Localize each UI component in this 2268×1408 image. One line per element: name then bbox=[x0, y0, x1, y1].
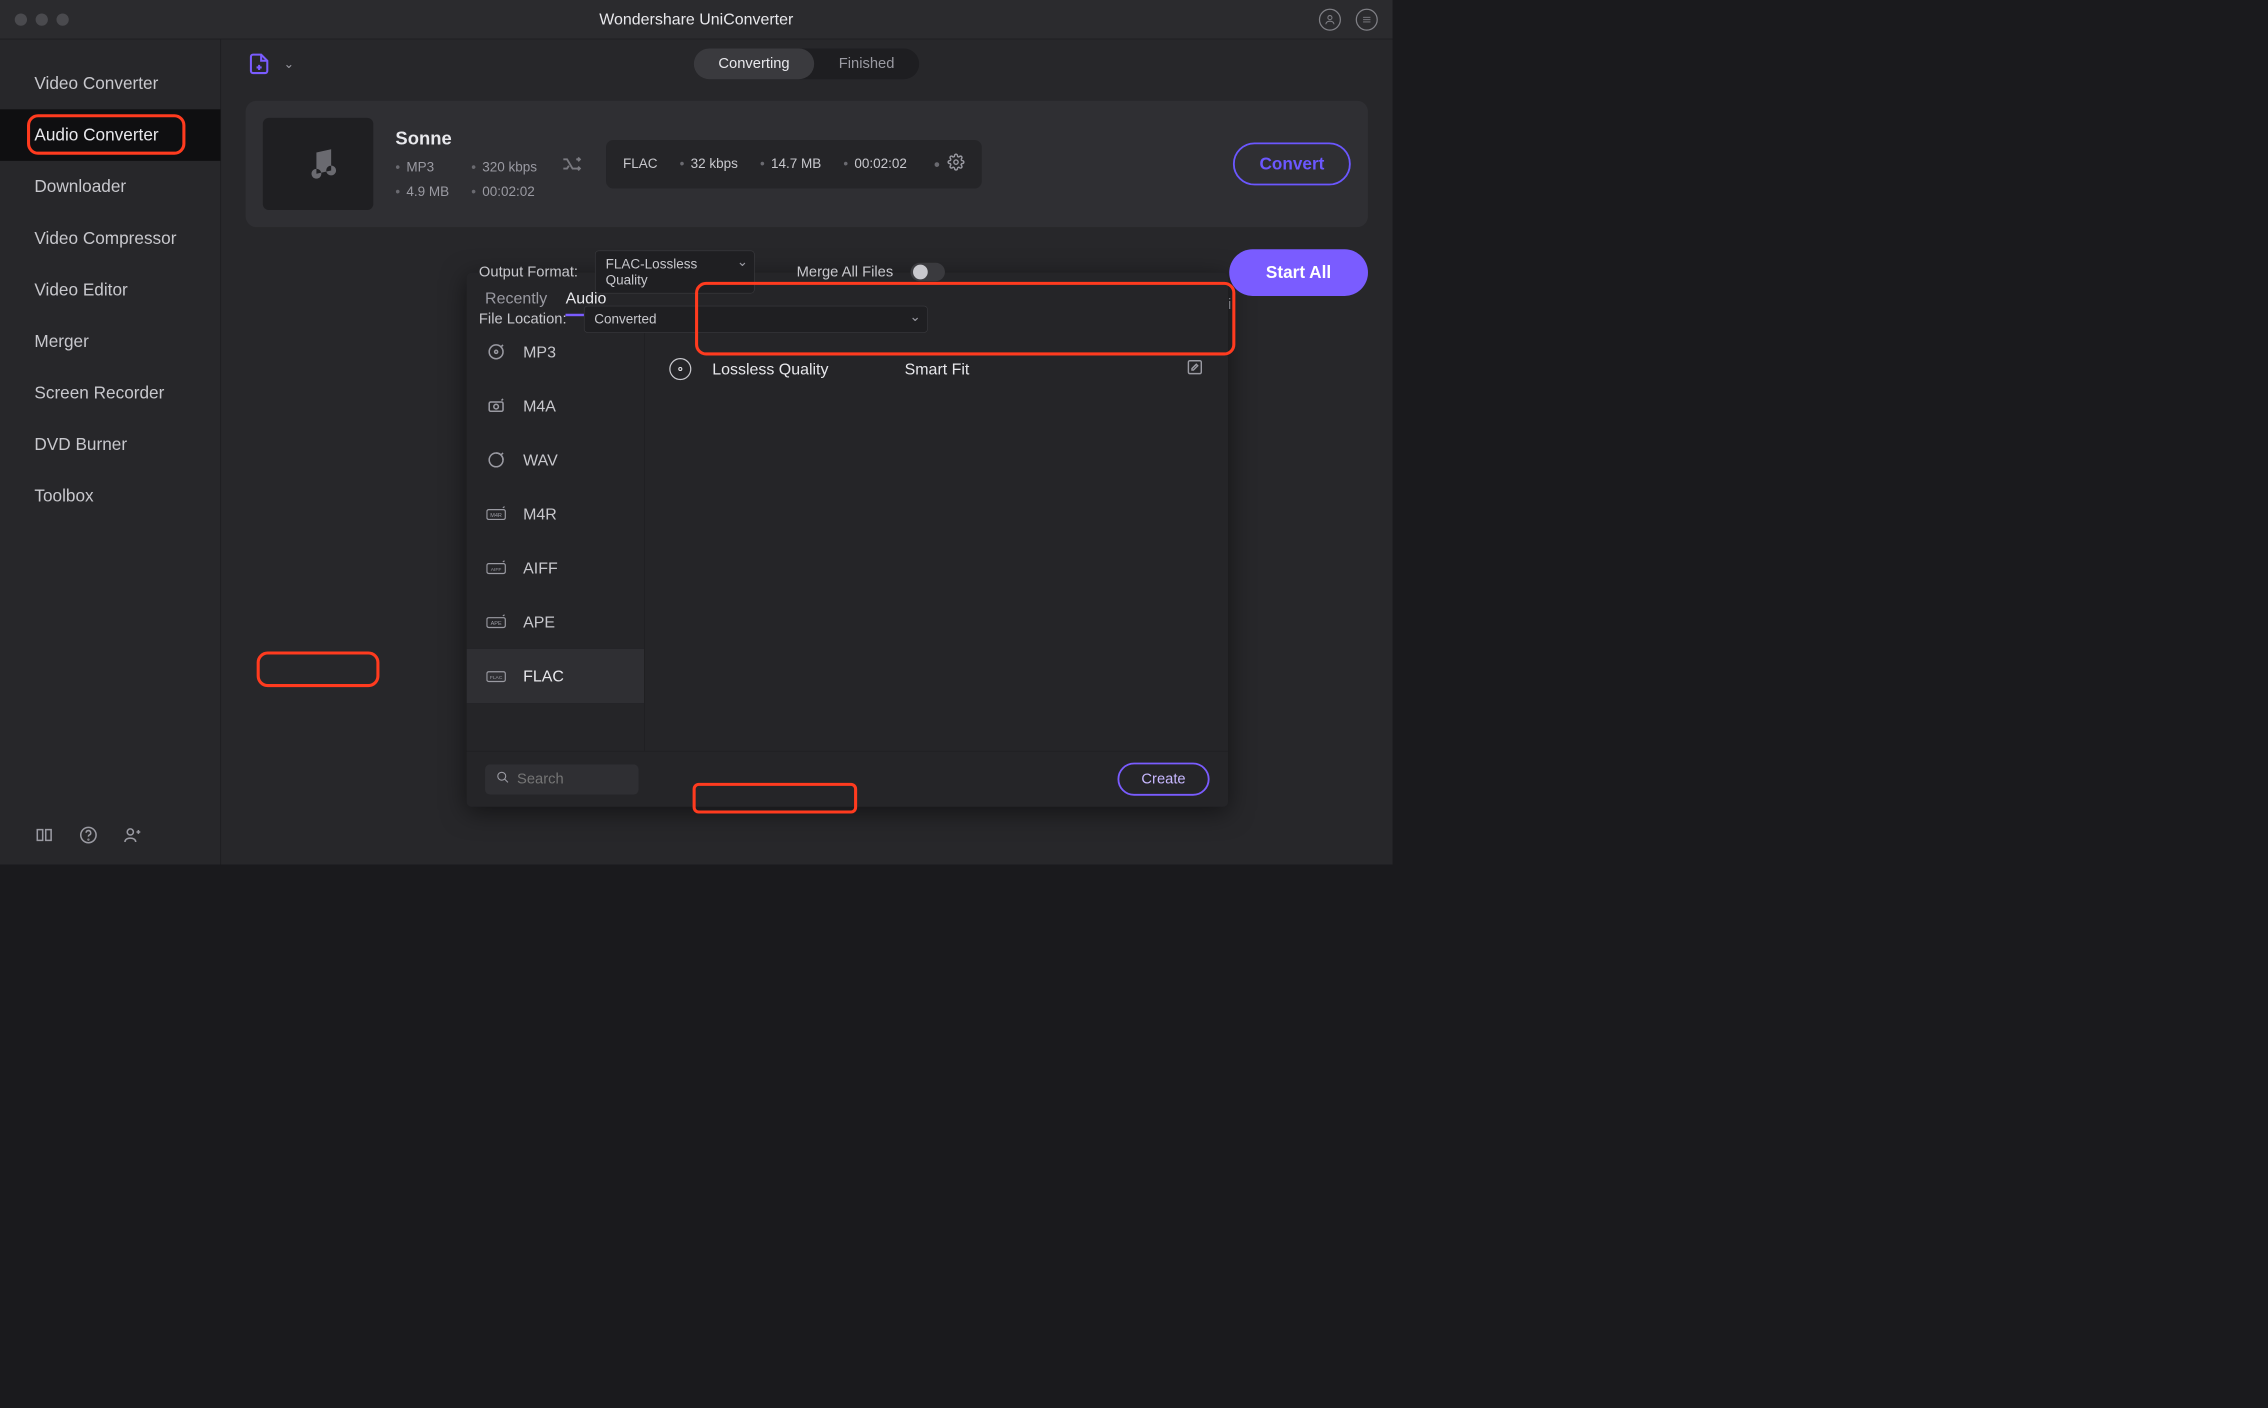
file-location-value: Converted bbox=[594, 311, 656, 326]
source-meta: MP3 320 kbps 4.9 MB 00:02:02 bbox=[395, 159, 537, 200]
sidebar-item-label: Audio Converter bbox=[34, 125, 158, 145]
format-item-flac[interactable]: FLAC FLAC bbox=[467, 649, 644, 703]
create-preset-button[interactable]: Create bbox=[1117, 763, 1209, 796]
content-area: ⌄ Converting Finished Sonne MP3 bbox=[221, 39, 1393, 864]
source-format: MP3 bbox=[395, 159, 449, 175]
sidebar-item-toolbox[interactable]: Toolbox bbox=[0, 470, 220, 522]
format-list: MP3 M4A WAV M4R M4R bbox=[467, 325, 645, 751]
target-size: 14.7 MB bbox=[760, 156, 821, 172]
format-item-wav[interactable]: WAV bbox=[467, 433, 644, 487]
account-icon[interactable] bbox=[1319, 8, 1341, 30]
tab-converting[interactable]: Converting bbox=[694, 49, 814, 80]
sidebar: Video Converter Audio Converter Download… bbox=[0, 39, 221, 864]
sidebar-item-video-editor[interactable]: Video Editor bbox=[0, 264, 220, 316]
format-search[interactable] bbox=[485, 764, 638, 794]
sidebar-item-screen-recorder[interactable]: Screen Recorder bbox=[0, 367, 220, 419]
merge-toggle[interactable] bbox=[910, 263, 944, 281]
svg-text:FLAC: FLAC bbox=[490, 675, 503, 681]
format-item-ape[interactable]: APE APE bbox=[467, 595, 644, 649]
app-window: Wondershare UniConverter Video Converter… bbox=[0, 0, 1393, 865]
preset-quality: Lossless Quality bbox=[712, 359, 828, 378]
format-label: M4A bbox=[523, 396, 556, 415]
convert-arrow-icon bbox=[559, 153, 584, 175]
output-format-label: Output Format: bbox=[479, 263, 578, 280]
start-all-button[interactable]: Start All bbox=[1229, 249, 1368, 296]
source-bitrate: 320 kbps bbox=[471, 159, 537, 175]
format-label: FLAC bbox=[523, 666, 564, 685]
search-icon bbox=[496, 770, 510, 788]
ape-badge-icon: APE bbox=[485, 611, 507, 633]
content-topbar: ⌄ Converting Finished bbox=[221, 39, 1393, 88]
flac-badge-icon: FLAC bbox=[485, 665, 507, 687]
format-label: M4R bbox=[523, 504, 557, 523]
sidebar-item-label: Video Converter bbox=[34, 74, 158, 94]
format-popover: Recently Audio MP3 M4A bbox=[467, 273, 1228, 807]
add-file-icon[interactable] bbox=[246, 50, 273, 77]
sidebar-item-label: Screen Recorder bbox=[34, 383, 164, 403]
sidebar-item-label: Downloader bbox=[34, 177, 126, 197]
sidebar-item-label: Video Editor bbox=[34, 280, 127, 300]
format-label: APE bbox=[523, 612, 555, 631]
status-tabs: Converting Finished bbox=[694, 49, 919, 80]
file-location-select[interactable]: Converted bbox=[584, 306, 928, 333]
minimize-window-icon[interactable] bbox=[36, 13, 48, 25]
edit-preset-icon[interactable] bbox=[1186, 358, 1203, 379]
feedback-icon[interactable] bbox=[123, 825, 143, 845]
preset-area: Lossless Quality Smart Fit bbox=[645, 325, 1228, 751]
preset-disc-icon bbox=[669, 358, 691, 380]
tab-finished[interactable]: Finished bbox=[814, 49, 919, 80]
sidebar-item-label: Toolbox bbox=[34, 486, 93, 506]
sidebar-item-label: DVD Burner bbox=[34, 435, 127, 455]
audio-thumbnail bbox=[263, 118, 374, 210]
sidebar-item-downloader[interactable]: Downloader bbox=[0, 161, 220, 213]
sidebar-item-video-compressor[interactable]: Video Compressor bbox=[0, 212, 220, 264]
target-duration: 00:02:02 bbox=[843, 156, 907, 172]
file-location-label: File Location: bbox=[479, 311, 567, 328]
window-controls bbox=[15, 13, 69, 25]
sidebar-item-audio-converter[interactable]: Audio Converter bbox=[0, 109, 220, 161]
merge-label: Merge All Files bbox=[797, 263, 894, 280]
output-format-value: FLAC-Lossless Quality bbox=[606, 256, 698, 287]
target-bitrate: 32 kbps bbox=[680, 156, 738, 172]
settings-icon[interactable] bbox=[934, 153, 964, 174]
convert-button[interactable]: Convert bbox=[1233, 142, 1351, 185]
aiff-badge-icon: AIFF bbox=[485, 557, 507, 579]
help-icon[interactable] bbox=[79, 825, 99, 845]
disc-icon bbox=[485, 449, 507, 471]
sidebar-item-merger[interactable]: Merger bbox=[0, 316, 220, 368]
sidebar-item-video-converter[interactable]: Video Converter bbox=[0, 58, 220, 110]
svg-text:AIFF: AIFF bbox=[491, 567, 502, 573]
format-label: AIFF bbox=[523, 558, 558, 577]
source-size: 4.9 MB bbox=[395, 184, 449, 200]
source-duration: 00:02:02 bbox=[471, 184, 537, 200]
format-item-m4a[interactable]: M4A bbox=[467, 379, 644, 433]
svg-text:APE: APE bbox=[491, 621, 502, 627]
target-format: FLAC bbox=[623, 156, 658, 172]
format-label: WAV bbox=[523, 450, 558, 469]
format-item-m4r[interactable]: M4R M4R bbox=[467, 487, 644, 541]
format-item-aiff[interactable]: AIFF AIFF bbox=[467, 541, 644, 595]
file-title: Sonne bbox=[395, 128, 537, 149]
titlebar: Wondershare UniConverter bbox=[0, 0, 1393, 39]
format-search-input[interactable] bbox=[517, 771, 621, 788]
sidebar-item-label: Merger bbox=[34, 332, 88, 352]
target-meta[interactable]: FLAC 32 kbps 14.7 MB 00:02:02 bbox=[606, 140, 982, 189]
tutorial-icon[interactable] bbox=[34, 825, 54, 845]
app-title: Wondershare UniConverter bbox=[599, 10, 793, 29]
add-file-dropdown-caret-icon[interactable]: ⌄ bbox=[284, 56, 294, 71]
output-format-select[interactable]: FLAC-Lossless Quality bbox=[595, 251, 755, 294]
maximize-window-icon[interactable] bbox=[56, 13, 68, 25]
camera-icon bbox=[485, 395, 507, 417]
bottom-bar: Output Format: FLAC-Lossless Quality Mer… bbox=[221, 239, 1393, 351]
preset-fit: Smart Fit bbox=[905, 359, 970, 378]
svg-text:M4R: M4R bbox=[490, 513, 502, 519]
m4r-badge-icon: M4R bbox=[485, 503, 507, 525]
sidebar-item-label: Video Compressor bbox=[34, 228, 176, 248]
sidebar-item-dvd-burner[interactable]: DVD Burner bbox=[0, 419, 220, 471]
file-card: Sonne MP3 320 kbps 4.9 MB 00:02:02 FLAC bbox=[246, 101, 1368, 227]
menu-icon[interactable] bbox=[1356, 8, 1378, 30]
close-window-icon[interactable] bbox=[15, 13, 27, 25]
